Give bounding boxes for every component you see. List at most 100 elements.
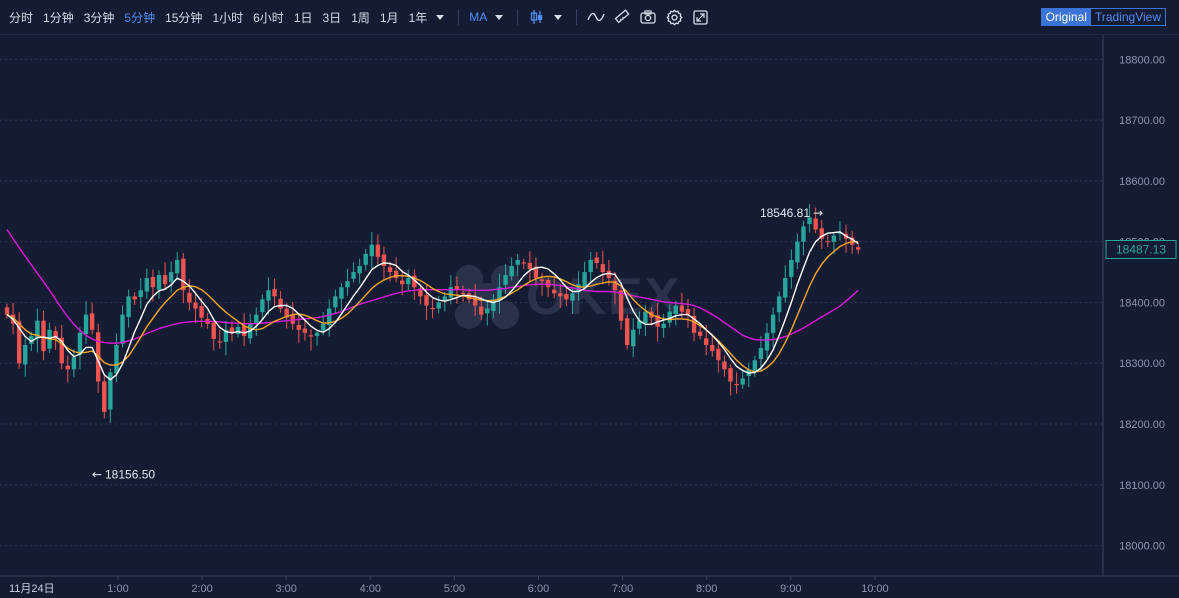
price-tick-label: 18400.00 [1119,297,1165,309]
candle-body [758,348,764,359]
candle-body [369,244,374,257]
toolbar-divider [517,9,519,25]
candlestick-chart[interactable]: 18800.0018700.0018600.0018500.0018400.00… [0,35,1179,598]
candle-body [339,287,344,299]
timeframe-3m[interactable]: 3分钟 [79,9,120,26]
candle-body [643,311,648,324]
timeframe-1d[interactable]: 1日 [289,9,318,26]
gear-icon[interactable] [664,7,684,27]
timeframe-6h[interactable]: 6小时 [248,9,289,26]
price-tick-label: 18700.00 [1119,115,1165,127]
fullscreen-icon[interactable] [690,7,710,27]
candle-body [515,259,520,265]
candle-body [479,306,484,315]
candle-body [582,272,587,287]
candle-type-dropdown[interactable] [554,14,563,20]
candle-body [442,296,447,301]
candle-body [168,272,174,282]
candle-body [387,267,393,273]
timeframe-1m[interactable]: 1分钟 [38,9,79,26]
candle-body [144,278,150,292]
candle-body [722,361,727,370]
candle-body [400,280,405,285]
date-label: 11月24日 [9,583,55,595]
candle-body [406,278,411,285]
candle-body [673,305,678,315]
candle-body [685,309,691,315]
toolbar-divider [576,9,578,25]
current-price-label: 18487.13 [1116,242,1166,256]
timeframe-1y[interactable]: 1年 [404,9,433,26]
candle-body [783,278,788,298]
candle-type-icon[interactable] [527,7,547,27]
timeframe-1w[interactable]: 1周 [346,9,375,26]
indicator-button[interactable]: MA [465,10,491,24]
timeframe-1mo[interactable]: 1月 [375,9,404,26]
price-tick-label: 18100.00 [1119,480,1165,492]
candle-body [618,290,624,321]
indicator-dropdown[interactable] [495,14,504,20]
price-tick-label: 18600.00 [1119,176,1165,188]
timeframe-tick[interactable]: 分时 [0,9,38,26]
candle-body [138,290,143,297]
time-tick-label: 5:00 [444,583,465,595]
view-tradingview-button[interactable]: TradingView [1091,9,1165,25]
candle-body [697,331,703,336]
timeframe-15m[interactable]: 15分钟 [160,9,207,26]
candle-body [65,365,70,370]
candle-body [357,265,362,274]
time-axis: 11月24日 1:00 2:00 3:00 4:00 5:00 6:00 7:00 8:00 9:… [9,576,889,595]
candle-body [156,275,162,290]
candle-body [770,314,776,333]
candle-body [272,289,277,297]
candle-body [795,241,800,263]
high-arrow-icon: → [813,206,823,220]
time-tick-label: 6:00 [528,583,549,595]
candle-body [558,293,563,297]
ma-slow-line [6,229,859,344]
view-switch: Original TradingView [1040,8,1166,26]
timeframe-5m[interactable]: 5分钟 [119,9,160,26]
camera-icon[interactable] [638,7,658,27]
timeframe-1h[interactable]: 1小时 [207,9,248,26]
candle-body [199,306,204,318]
candle-body [801,226,806,242]
candle-body [132,296,137,300]
candles [4,203,861,423]
line-draw-icon[interactable] [586,7,606,27]
candle-body [320,323,326,331]
timeframe-3d[interactable]: 3日 [318,9,347,26]
more-timeframes-dropdown[interactable] [436,14,445,20]
candle-body [302,328,308,333]
candle-body [831,235,837,242]
ruler-icon[interactable] [612,7,632,27]
candle-body [606,270,612,279]
candle-body [181,258,186,291]
candle-body [631,329,636,347]
candle-body [102,381,107,412]
candle-body [527,262,533,270]
candle-body [235,326,241,335]
candle-body [539,279,545,282]
low-price-label: 18156.50 [105,467,155,481]
candle-body [764,332,770,351]
time-tick-label: 8:00 [696,583,717,595]
candle-body [314,332,320,336]
candle-body [41,320,46,352]
time-tick-label: 7:00 [612,583,633,595]
candle-body [661,323,666,328]
candle-body [436,302,441,309]
price-tick-label: 18800.00 [1119,54,1165,66]
candle-body [375,244,381,257]
candle-body [266,290,271,301]
candle-body [345,281,350,288]
candle-body [23,345,28,365]
candle-body [71,357,77,370]
candle-body [120,314,125,344]
candle-body [296,324,302,330]
low-arrow-icon: ← [92,467,102,481]
candle-body [570,293,575,301]
candle-body [363,253,368,265]
view-original-button[interactable]: Original [1041,9,1091,25]
candle-body [126,296,131,318]
